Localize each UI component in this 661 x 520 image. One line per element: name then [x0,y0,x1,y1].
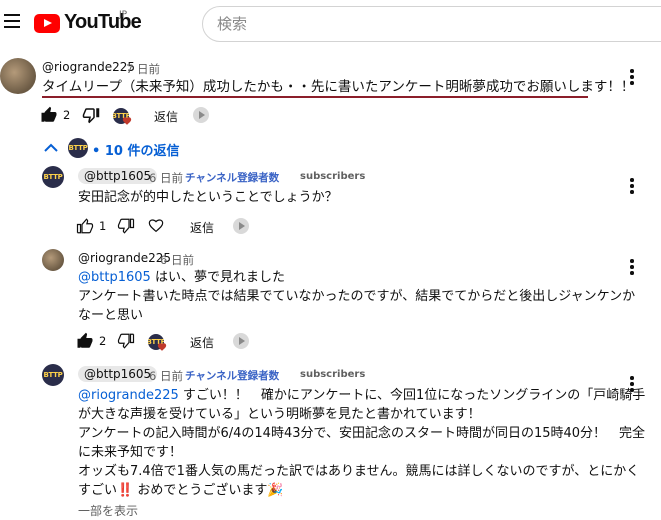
party-popper-emoji: 🎉 [267,483,284,498]
heart-icon [122,117,132,125]
text-underline [42,96,588,98]
reply-button[interactable]: 返信 [154,108,178,125]
subscriber-badge: チャンネル登録者数 [185,370,280,382]
reply-text-line: アンケート書いた時点では結果でていなかったのですが、結果でてからだと後出しジャン… [78,289,636,304]
like-count: 2 [63,108,71,122]
reply-author[interactable]: @bttp1605 [78,366,158,382]
mention-link[interactable]: @bttp1605 [78,270,151,285]
heart-icon [157,343,167,351]
show-more-button[interactable]: 一部を表示 [78,502,138,519]
replies-toggle[interactable]: • 10 件の返信 [92,140,179,159]
reply-avatar-preview: BTTP [68,138,88,158]
search-input[interactable] [203,7,661,41]
like-icon[interactable] [76,332,94,350]
avatar[interactable] [0,58,36,94]
search-box[interactable] [202,6,661,42]
post-icon[interactable] [193,107,209,123]
reply-text: はい、夢で見れました [154,270,285,285]
reply-text-line: アンケートの記入時間が6/4の14時43分で、安田記念のスタート時間が同日の15… [78,426,646,441]
like-icon[interactable] [76,217,94,235]
reply-text-line: に未来予知です！ [78,445,183,460]
heart-outline-icon[interactable] [148,218,164,234]
reply-text-line: @bttp1605 はい、夢で見れました [78,268,285,287]
avatar[interactable]: BTTP [42,166,64,188]
chevron-up-icon[interactable] [44,143,58,153]
reply-text-line: オッズも7.4倍で1番人気の馬だった訳ではありません。競馬には詳しくないのですが… [78,464,640,479]
menu-icon[interactable] [4,14,20,28]
reply-text: すごい！！ 確かにアンケートに、今回1位になったソングラインの「戸崎騎手 [182,388,646,403]
reply-text-line: が大きな声援を受けている」という明晰夢を見たと書かれています！ [78,407,481,422]
subscriber-badge-suffix: subscribers [300,369,366,380]
reply-button[interactable]: 返信 [190,219,214,236]
avatar[interactable] [42,249,64,271]
reply-text: 安田記念が的中したということでしょうか？ [78,190,338,205]
reply-author[interactable]: @bttp1605 [78,168,158,184]
dislike-icon[interactable] [82,106,100,124]
reply-time[interactable]: 6 日前 [160,252,194,268]
replies-toggle-label: 10 件の返信 [104,144,180,159]
more-actions-icon[interactable] [630,259,634,277]
reply-button[interactable]: 返信 [190,334,214,351]
more-actions-icon[interactable] [630,69,634,87]
youtube-logo-icon[interactable] [34,14,60,33]
dislike-icon[interactable] [117,217,135,235]
post-icon[interactable] [233,333,249,349]
reply-text-line: @riogrande225 すごい！！ 確かにアンケートに、今回1位になったソン… [78,386,645,405]
more-actions-icon[interactable] [630,178,634,196]
post-icon[interactable] [233,218,249,234]
reply-text: すごい [78,483,118,498]
comment-time[interactable]: 7 日前 [126,61,160,77]
reply-text-line: すごい‼️ おめでとうございます🎉 [78,481,284,500]
like-count: 2 [99,334,107,348]
region-code: JP [119,10,128,20]
subscriber-badge: チャンネル登録者数 [185,172,280,184]
like-icon[interactable] [40,106,58,124]
reply-author[interactable]: @riogrande225 [78,251,171,265]
avatar[interactable]: BTTP [42,364,64,386]
comment-text: タイムリープ（未来予知）成功したかも・・先に書いたアンケート明晰夢成功でお願いし… [42,79,635,95]
mention-link[interactable]: @riogrande225 [78,388,179,403]
subscriber-badge-suffix: subscribers [300,171,366,182]
reply-text: おめでとうございます [137,483,268,498]
comment-author[interactable]: @riogrande225 [42,60,135,74]
like-count: 1 [99,219,107,233]
reply-time[interactable]: 6 日前 [149,170,183,186]
dislike-icon[interactable] [117,332,135,350]
double-exclamation-emoji: ‼️ [117,483,134,498]
youtube-logo-text[interactable]: YouTube [64,11,142,34]
reply-time[interactable]: 6 日前 [149,368,183,384]
reply-text-line: なーと思い [78,308,144,323]
